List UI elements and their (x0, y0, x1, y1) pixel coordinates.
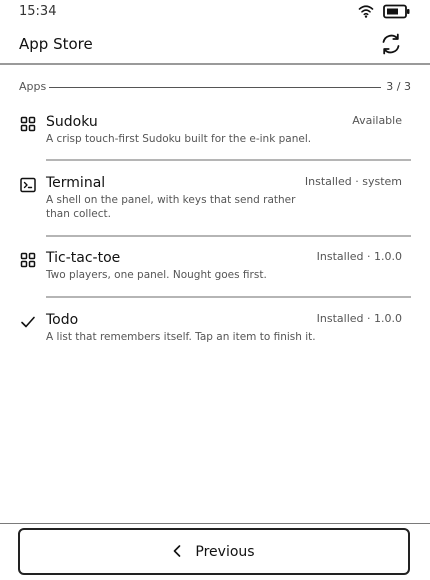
status-time: 15:34 (19, 4, 57, 19)
section-line (49, 87, 381, 88)
status-bar: 15:34 (0, 0, 430, 26)
app-item-todo[interactable]: Todo Installed · 1.0.0 A list that remem… (0, 312, 430, 354)
app-item-tic-tac-toe[interactable]: Tic-tac-toe Installed · 1.0.0 Two player… (0, 250, 430, 292)
footer-divider (0, 523, 430, 524)
app-status: Installed · system (304, 175, 402, 188)
app-name: Sudoku (46, 114, 98, 130)
app-status: Installed · 1.0.0 (316, 250, 402, 263)
check-icon (20, 314, 36, 330)
section-header: Apps 3 / 3 (19, 79, 411, 95)
refresh-icon[interactable] (379, 32, 403, 56)
header-divider (0, 63, 430, 65)
grid-icon (20, 116, 36, 132)
wifi-icon (358, 3, 374, 22)
app-name: Todo (46, 312, 79, 328)
app-name: Terminal (46, 175, 106, 191)
previous-button[interactable]: Previous (18, 528, 410, 575)
item-divider (46, 296, 411, 298)
chevron-left-icon (173, 545, 181, 561)
page-title: App Store (19, 35, 93, 53)
app-name: Tic-tac-toe (46, 250, 121, 266)
app-status: Available (352, 114, 402, 127)
header: App Store (0, 26, 430, 64)
app-description: Two players, one panel. Nought goes firs… (46, 269, 267, 281)
section-label: Apps (19, 80, 47, 93)
app-description: A list that remembers itself. Tap an ite… (46, 331, 316, 343)
app-item-sudoku[interactable]: Sudoku Available A crisp touch-first Sud… (0, 114, 430, 156)
previous-label: Previous (195, 544, 255, 560)
previous-button-content: Previous (20, 544, 408, 561)
grid-icon (20, 252, 36, 268)
section-count: 3 / 3 (386, 80, 411, 93)
app-description: A crisp touch-first Sudoku built for the… (46, 133, 312, 145)
terminal-icon (20, 177, 36, 193)
app-status: Installed · 1.0.0 (316, 312, 402, 325)
battery-icon (383, 4, 411, 24)
app-item-terminal[interactable]: Terminal Installed · system A shell on t… (0, 175, 430, 231)
item-divider (46, 159, 411, 161)
app-description: A shell on the panel, with keys that sen… (46, 194, 296, 220)
item-divider (46, 235, 411, 237)
